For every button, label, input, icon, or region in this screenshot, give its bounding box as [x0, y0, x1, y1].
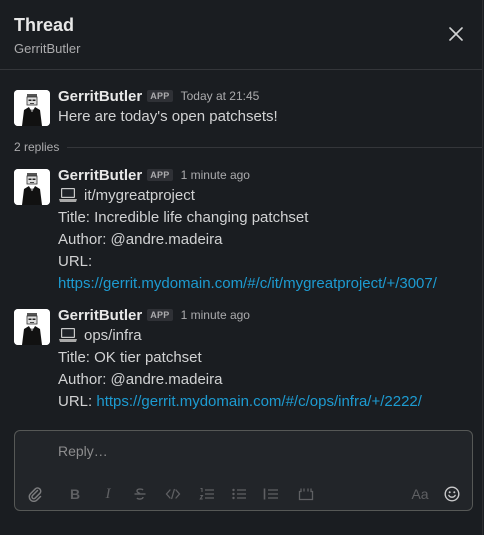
message-timestamp[interactable]: Today at 21:45	[181, 89, 260, 103]
butler-avatar-icon	[14, 169, 50, 205]
butler-avatar-icon	[14, 90, 50, 126]
butler-avatar-icon	[14, 309, 50, 345]
blockquote-button[interactable]	[260, 483, 282, 505]
patchset-link[interactable]: https://gerrit.mydomain.com/#/c/it/mygre…	[58, 275, 437, 292]
app-badge: APP	[147, 169, 173, 181]
replies-divider: 2 replies	[14, 139, 482, 155]
thread-header: Thread GerritButler	[0, 0, 482, 70]
numbered-list-button[interactable]	[196, 483, 218, 505]
laptop-icon	[59, 328, 77, 342]
reply-composer[interactable]: Reply… B I Aa	[14, 430, 473, 511]
url-label: URL:	[58, 253, 93, 270]
bulleted-list-icon	[232, 488, 246, 500]
italic-icon: I	[105, 485, 111, 502]
project-line: ops/infra	[58, 325, 468, 347]
reply-message: GerritButler APP 1 minute ago ops/infra …	[14, 307, 468, 419]
patchset-title: Title: OK tier patchset	[58, 349, 202, 366]
bold-button[interactable]: B	[64, 483, 86, 505]
code-block-button[interactable]	[295, 483, 317, 505]
app-badge: APP	[147, 90, 173, 102]
parent-message: GerritButler APP Today at 21:45 Here are…	[14, 88, 468, 130]
paperclip-icon	[28, 487, 42, 502]
close-button[interactable]	[444, 22, 468, 46]
message-timestamp[interactable]: 1 minute ago	[181, 168, 250, 182]
attach-button[interactable]	[24, 483, 46, 505]
patchset-author: Author: @andre.madeira	[58, 231, 223, 248]
bulleted-list-button[interactable]	[228, 483, 250, 505]
bold-icon: B	[69, 486, 81, 502]
app-badge: APP	[147, 309, 173, 321]
reply-message: GerritButler APP 1 minute ago it/mygreat…	[14, 167, 468, 299]
thread-panel: Thread GerritButler GerritButler APP Tod…	[0, 0, 483, 535]
composer-toolbar: B I Aa	[15, 483, 472, 507]
replies-count: 2 replies	[14, 140, 60, 154]
project-line: it/mygreatproject	[58, 185, 468, 207]
url-line: URL: https://gerrit.mydomain.com/#/c/ops…	[58, 391, 468, 413]
patchset-title: Title: Incredible life changing patchset	[58, 209, 309, 226]
text-formatting-label: Aa	[411, 486, 429, 502]
italic-button[interactable]: I	[97, 483, 119, 505]
url-label: URL:	[58, 393, 93, 410]
emoji-button[interactable]	[441, 483, 463, 505]
message-author[interactable]: GerritButler	[58, 307, 142, 324]
code-button[interactable]	[162, 483, 184, 505]
reply-input[interactable]: Reply…	[58, 443, 108, 459]
project-name: ops/infra	[84, 327, 142, 344]
message-timestamp[interactable]: 1 minute ago	[181, 308, 250, 322]
blockquote-icon	[263, 488, 278, 500]
close-icon	[449, 27, 463, 41]
strikethrough-icon	[134, 488, 146, 500]
thread-title: Thread	[14, 15, 75, 35]
emoji-icon	[444, 486, 460, 502]
laptop-icon	[59, 188, 77, 202]
avatar[interactable]	[14, 309, 50, 345]
numbered-list-icon	[199, 487, 214, 500]
avatar[interactable]	[14, 169, 50, 205]
code-block-icon	[298, 488, 314, 501]
message-author[interactable]: GerritButler	[58, 167, 142, 184]
strikethrough-button[interactable]	[129, 483, 151, 505]
patchset-link[interactable]: https://gerrit.mydomain.com/#/c/ops/infr…	[96, 393, 422, 410]
divider-line	[67, 146, 482, 148]
text-formatting-button[interactable]: Aa	[407, 483, 433, 505]
project-name: it/mygreatproject	[84, 187, 195, 204]
thread-channel-name[interactable]: GerritButler	[14, 41, 80, 56]
message-text: Here are today's open patchsets!	[58, 108, 278, 125]
message-author[interactable]: GerritButler	[58, 88, 142, 105]
code-icon	[165, 488, 181, 500]
avatar[interactable]	[14, 90, 50, 126]
patchset-author: Author: @andre.madeira	[58, 371, 223, 388]
